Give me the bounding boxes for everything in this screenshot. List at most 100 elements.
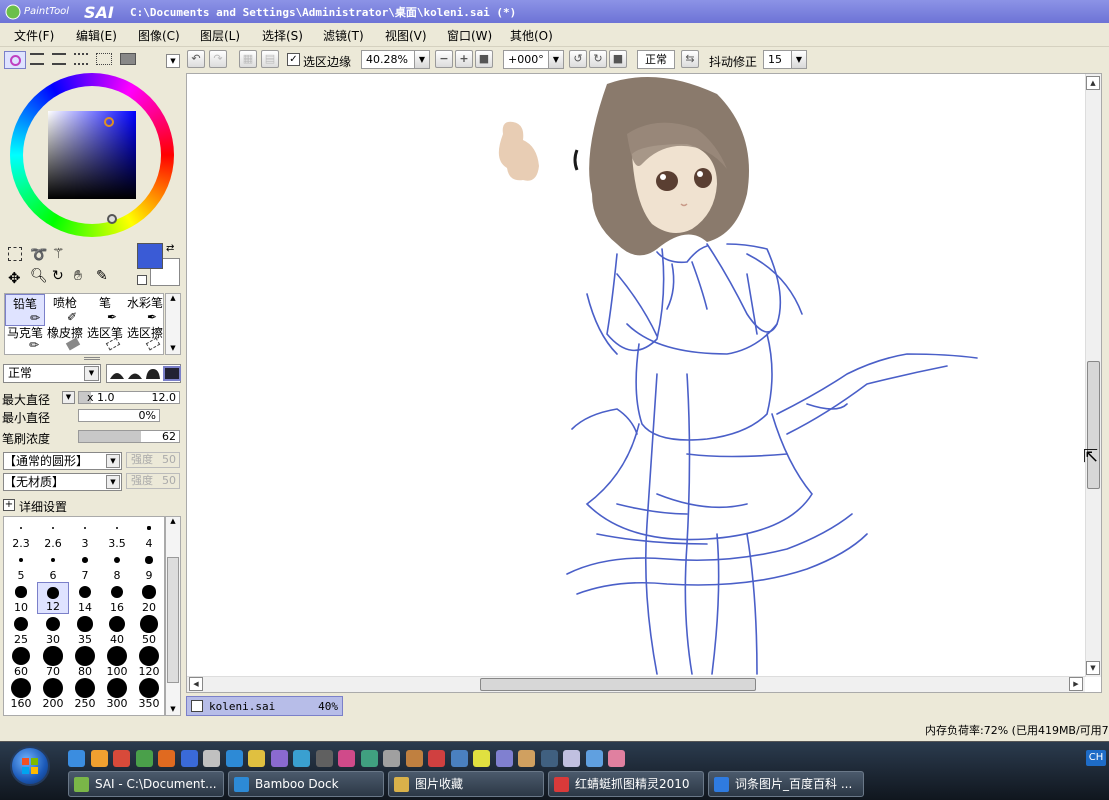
document-tab[interactable]: koleni.sai 40% [186, 696, 343, 716]
tool-select-eraser[interactable]: 选区擦 [125, 324, 165, 356]
invert-selection-button[interactable]: ▤ [261, 50, 279, 68]
quick-launch-icon[interactable] [90, 750, 108, 767]
quick-launch-icon[interactable] [540, 750, 558, 767]
swap-colors-icon[interactable]: ⇄ [166, 243, 174, 254]
brush-size-60[interactable]: 60 [5, 646, 37, 678]
brush-size-3.5[interactable]: 3.5 [101, 518, 133, 550]
zoom-reset-button[interactable]: ■ [475, 50, 493, 68]
brush-size-2.6[interactable]: 2.6 [37, 518, 69, 550]
menu-layer[interactable]: 图层(L) [200, 27, 240, 44]
sv-cursor[interactable] [104, 117, 114, 127]
quick-launch-icon[interactable] [518, 750, 535, 767]
start-button[interactable] [10, 746, 50, 786]
zoom-out-button[interactable]: − [435, 50, 453, 68]
menu-view[interactable]: 视图(V) [385, 27, 427, 44]
brush-size-30[interactable]: 30 [37, 614, 69, 646]
expand-icon[interactable]: + [3, 499, 15, 511]
brush-size-70[interactable]: 70 [37, 646, 69, 678]
taskbar-button[interactable]: Bamboo Dock [228, 771, 384, 797]
menu-select[interactable]: 选择(S) [262, 27, 303, 44]
taskbar-button[interactable]: 红蜻蜓抓图精灵2010 [548, 771, 704, 797]
input-method-indicator[interactable]: CH [1086, 750, 1106, 766]
tool-brush[interactable]: 笔 ✒ [85, 294, 125, 326]
rotation-dropdown[interactable]: ▼ [548, 50, 564, 69]
density-slider[interactable]: 62 [78, 430, 180, 443]
magic-wand-icon[interactable]: ⚚ [52, 246, 65, 262]
brush-size-4[interactable]: 4 [133, 518, 164, 550]
horizontal-scroll-thumb[interactable] [480, 678, 756, 691]
taskbar-button[interactable]: SAI - C:\Document... [68, 771, 224, 797]
quick-launch-icon[interactable] [428, 750, 445, 767]
max-diameter-slider[interactable]: x 1.0 12.0 [78, 391, 180, 404]
quick-launch-icon[interactable] [135, 750, 153, 767]
brush-size-25[interactable]: 25 [5, 614, 37, 646]
brush-size-5[interactable]: 5 [5, 550, 37, 582]
tool-watercolor[interactable]: 水彩笔 ✒ [125, 294, 165, 326]
quick-launch-icon[interactable] [248, 750, 265, 767]
tool-list-scrollbar[interactable]: ▲ ▼ [165, 293, 181, 355]
brush-size-40[interactable]: 40 [101, 614, 133, 646]
taskbar-button[interactable]: 图片收藏 [388, 771, 544, 797]
tool-pencil[interactable]: 铅笔 ✏ [5, 294, 45, 326]
flip-button[interactable]: ⇆ [681, 50, 699, 68]
brush-size-200[interactable]: 200 [37, 678, 69, 710]
color-mixer-icon[interactable] [74, 53, 88, 65]
texture-select[interactable]: 【无材质】 ▼ [3, 473, 122, 491]
scroll-down-icon[interactable]: ▼ [1086, 661, 1100, 675]
menu-edit[interactable]: 编辑(E) [76, 27, 117, 44]
brush-shape-presets[interactable] [106, 364, 181, 383]
brush-size-350[interactable]: 350 [133, 678, 164, 710]
brush-size-120[interactable]: 120 [133, 646, 164, 678]
quick-launch-icon[interactable] [473, 750, 490, 767]
undo-button[interactable]: ↶ [187, 50, 205, 68]
brush-size-14[interactable]: 14 [69, 582, 101, 614]
view-mode-field[interactable]: 正常 [637, 50, 675, 69]
scroll-left-icon[interactable]: ◀ [189, 677, 203, 691]
hand-icon[interactable]: ✋︎ [74, 268, 82, 284]
quick-launch-icon[interactable] [270, 750, 288, 767]
rotation-field[interactable]: +000° [503, 50, 549, 69]
zoom-icon[interactable]: 🔍︎ [30, 268, 48, 284]
vertical-scroll-thumb[interactable] [1087, 361, 1100, 489]
panel-splitter[interactable] [84, 357, 100, 360]
quick-launch-icon[interactable] [338, 750, 355, 767]
quick-launch-icon[interactable] [383, 750, 400, 767]
tool-marker[interactable]: 马克笔 ✏ [5, 324, 45, 356]
brush-size-35[interactable]: 35 [69, 614, 101, 646]
brush-size-10[interactable]: 10 [5, 582, 37, 614]
brush-size-250[interactable]: 250 [69, 678, 101, 710]
color-wheel[interactable] [10, 73, 174, 237]
quick-launch-icon[interactable] [203, 750, 220, 767]
scroll-up-icon[interactable]: ▲ [166, 294, 180, 302]
quick-launch-icon[interactable] [405, 750, 423, 767]
panel-menu-button[interactable]: ▼ [166, 54, 180, 68]
hue-cursor[interactable] [107, 214, 117, 224]
quick-launch-icon[interactable] [450, 750, 468, 767]
tool-select-pen[interactable]: 选区笔 [85, 324, 125, 356]
quick-launch-icon[interactable] [180, 750, 198, 767]
rotate-left-button[interactable]: ↺ [569, 50, 587, 68]
deselect-button[interactable]: ▦ [239, 50, 257, 68]
brush-size-300[interactable]: 300 [101, 678, 133, 710]
max-diameter-dropdown[interactable]: ▼ [62, 391, 75, 404]
brush-size-7[interactable]: 7 [69, 550, 101, 582]
vertical-scrollbar[interactable]: ▲ ▼ [1085, 74, 1101, 677]
chevron-down-icon[interactable]: ▼ [106, 454, 120, 468]
stabilizer-dropdown[interactable]: ▼ [791, 50, 807, 69]
rect-select-icon[interactable] [8, 247, 22, 261]
saturation-value-square[interactable] [48, 111, 136, 199]
swatches-icon[interactable] [96, 53, 112, 65]
brush-size-20[interactable]: 20 [133, 582, 164, 614]
brush-shape-select[interactable]: 【通常的圆形】 ▼ [3, 452, 122, 470]
stabilizer-field[interactable]: 15 [763, 50, 793, 69]
zoom-in-button[interactable]: + [455, 50, 473, 68]
primary-color-swatch[interactable] [137, 243, 163, 269]
menu-window[interactable]: 窗口(W) [447, 27, 492, 44]
menu-image[interactable]: 图像(C) [138, 27, 180, 44]
scroll-right-icon[interactable]: ▶ [1069, 677, 1083, 691]
scroll-thumb[interactable] [167, 557, 179, 683]
brush-size-6[interactable]: 6 [37, 550, 69, 582]
rotate-reset-button[interactable]: ■ [609, 50, 627, 68]
reset-colors-icon[interactable] [137, 275, 147, 285]
tool-airbrush[interactable]: 喷枪 ✐ [45, 294, 85, 326]
